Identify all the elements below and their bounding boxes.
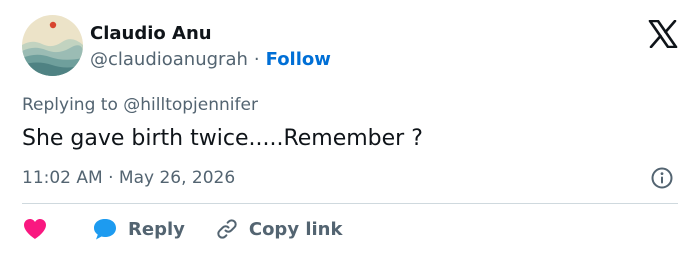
- reply-mention-link[interactable]: @hilltopjennifer: [123, 95, 258, 115]
- author-handle-row: @claudioanugrah · Follow: [90, 48, 331, 72]
- reply-context-prefix: Replying to: [22, 95, 118, 115]
- author-handle[interactable]: @claudioanugrah: [90, 49, 248, 70]
- follow-button[interactable]: Follow: [266, 49, 331, 70]
- tweet-text: She gave birth twice.....Remember ?: [22, 126, 423, 151]
- separator-dot: ·: [253, 49, 260, 70]
- tweet-date: May 26, 2026: [118, 168, 236, 188]
- reply-context: Replying to @hilltopjennifer: [22, 94, 258, 116]
- reply-label: Reply: [128, 218, 185, 240]
- timestamp-separator: ·: [108, 168, 114, 188]
- like-button[interactable]: [22, 217, 48, 241]
- tweet-time: 11:02 AM: [22, 168, 103, 188]
- heart-icon: [24, 219, 46, 239]
- avatar[interactable]: [22, 15, 83, 76]
- link-icon: [217, 219, 237, 239]
- copy-link-label: Copy link: [248, 218, 343, 240]
- divider: [22, 203, 678, 204]
- action-bar: Reply Copy link: [22, 214, 342, 244]
- x-logo-icon[interactable]: [648, 19, 678, 49]
- speech-bubble-icon: [94, 219, 116, 240]
- tweet-timestamp[interactable]: 11:02 AM · May 26, 2026: [22, 166, 235, 190]
- reply-button[interactable]: Reply: [92, 217, 185, 241]
- author-display-name[interactable]: Claudio Anu: [90, 22, 212, 46]
- copy-link-button[interactable]: Copy link: [215, 217, 343, 241]
- info-icon[interactable]: [650, 166, 674, 190]
